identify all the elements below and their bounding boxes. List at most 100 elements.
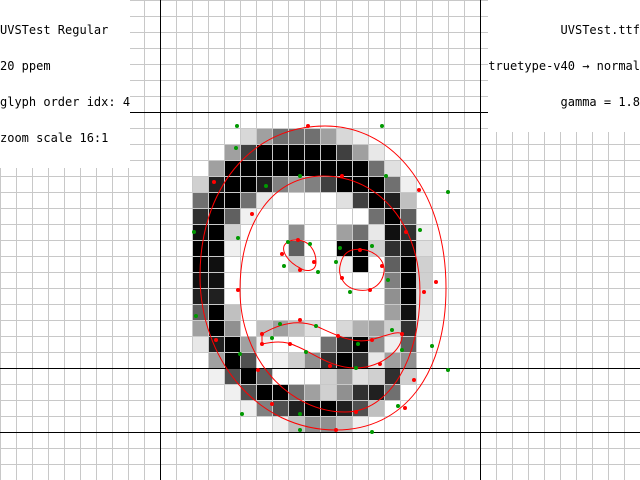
glyph-pixel — [240, 352, 256, 368]
glyph-pixel — [208, 368, 224, 384]
off-curve-point — [298, 428, 302, 432]
on-curve-point — [312, 260, 316, 264]
glyph-pixel — [240, 192, 256, 208]
glyph-pixel — [272, 384, 288, 400]
glyph-pixel — [320, 160, 336, 176]
on-curve-point — [340, 174, 344, 178]
off-curve-point — [386, 278, 390, 282]
on-curve-point — [434, 280, 438, 284]
glyph-pixel — [272, 160, 288, 176]
glyph-pixel — [224, 352, 240, 368]
glyph-view-canvas[interactable]: UVSTest Regular 20 ppem glyph order idx:… — [0, 0, 640, 480]
on-curve-point — [378, 362, 382, 366]
glyph-pixel — [336, 320, 352, 336]
off-curve-point — [264, 184, 268, 188]
glyph-pixel — [224, 176, 240, 192]
off-curve-point — [370, 244, 374, 248]
glyph-pixel — [256, 176, 272, 192]
glyph-pixel — [240, 384, 256, 400]
glyph-pixel — [352, 224, 368, 240]
glyph-pixel — [320, 144, 336, 160]
glyph-pixel — [384, 336, 400, 352]
glyph-pixel — [368, 368, 384, 384]
glyph-pixel — [224, 160, 240, 176]
glyph-pixel — [400, 208, 416, 224]
glyph-pixel — [368, 208, 384, 224]
glyph-pixel — [400, 176, 416, 192]
on-curve-point — [298, 268, 302, 272]
glyph-pixel — [224, 144, 240, 160]
glyph-pixel — [208, 192, 224, 208]
glyph-pixel — [224, 336, 240, 352]
on-curve-point — [298, 318, 302, 322]
glyph-pixel — [208, 176, 224, 192]
off-curve-point — [338, 246, 342, 250]
glyph-pixel — [288, 144, 304, 160]
on-curve-point — [422, 290, 426, 294]
glyph-pixel — [224, 240, 240, 256]
off-curve-point — [236, 236, 240, 240]
off-curve-point — [446, 190, 450, 194]
off-curve-point — [304, 350, 308, 354]
glyph-pixel — [320, 128, 336, 144]
zoom-scale-label: zoom scale 16:1 — [0, 131, 109, 145]
glyph-pixel — [384, 160, 400, 176]
on-curve-point — [250, 212, 254, 216]
glyph-pixel — [192, 240, 208, 256]
on-curve-point — [354, 410, 358, 414]
glyph-pixel — [192, 320, 208, 336]
off-curve-point — [298, 174, 302, 178]
glyph-pixel — [320, 400, 336, 416]
on-curve-point — [328, 364, 332, 368]
glyph-pixel — [288, 224, 304, 240]
glyph-pixel — [256, 128, 272, 144]
on-curve-point — [270, 402, 274, 406]
on-curve-point — [212, 180, 216, 184]
glyph-pixel — [384, 384, 400, 400]
on-curve-point — [400, 332, 404, 336]
glyph-pixel — [224, 384, 240, 400]
glyph-pixel — [320, 352, 336, 368]
off-curve-point — [314, 324, 318, 328]
off-curve-point — [400, 348, 404, 352]
glyph-pixel — [336, 336, 352, 352]
glyph-pixel — [272, 144, 288, 160]
glyph-pixel — [400, 192, 416, 208]
ppem-label: 20 ppem — [0, 59, 51, 73]
off-curve-point — [316, 270, 320, 274]
glyph-pixel — [224, 208, 240, 224]
glyph-pixel — [336, 192, 352, 208]
on-curve-point — [288, 342, 292, 346]
glyph-pixel — [192, 208, 208, 224]
glyph-pixel — [240, 144, 256, 160]
glyph-pixel — [272, 416, 288, 432]
on-curve-point — [280, 252, 284, 256]
on-curve-point — [417, 188, 421, 192]
off-curve-point — [396, 404, 400, 408]
glyph-pixel — [208, 208, 224, 224]
glyph-pixel — [208, 160, 224, 176]
glyph-pixel — [368, 192, 384, 208]
off-curve-point — [348, 290, 352, 294]
off-curve-point — [192, 230, 196, 234]
on-curve-point — [340, 276, 344, 280]
off-curve-point — [334, 260, 338, 264]
glyph-pixel — [240, 160, 256, 176]
glyph-pixel — [192, 192, 208, 208]
glyph-pixel — [208, 288, 224, 304]
off-curve-point — [356, 342, 360, 346]
glyph-pixel — [384, 240, 400, 256]
glyph-pixel — [336, 384, 352, 400]
glyph-pixel — [400, 272, 416, 288]
glyph-pixel — [384, 224, 400, 240]
glyph-pixel — [208, 256, 224, 272]
glyph-pixel — [368, 224, 384, 240]
glyph-pixel — [320, 384, 336, 400]
glyph-pixel — [336, 128, 352, 144]
glyph-pixel — [240, 368, 256, 384]
glyph-pixel — [288, 176, 304, 192]
on-curve-point — [236, 288, 240, 292]
glyph-index-label: glyph order idx: 4 — [0, 95, 131, 109]
glyph-pixel — [304, 384, 320, 400]
glyph-pixel — [336, 256, 352, 272]
